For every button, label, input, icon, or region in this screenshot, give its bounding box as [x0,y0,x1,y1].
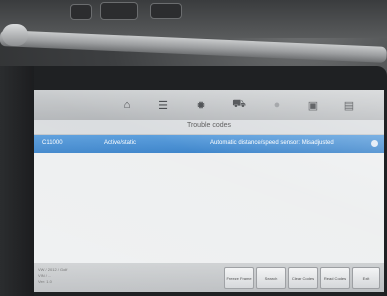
dtc-list-empty-area [34,153,384,263]
vehicle-info-line: Ver: 1.0 [38,279,52,284]
mounting-bar-cap [2,24,28,46]
top-toolbar: ⌂ ☰ ✹ ⛟ ● ▣ ▤ [34,90,384,120]
read-codes-button[interactable]: Read Codes [320,267,350,289]
save-icon[interactable]: ▣ [306,98,320,112]
dtc-code: C11000 [42,140,63,146]
exit-button[interactable]: Exit [352,267,380,289]
sliders-icon[interactable]: ☰ [156,98,170,112]
dashboard-knob [150,3,182,19]
dtc-description: Automatic distance/speed sensor: Misadju… [210,140,334,146]
home-icon[interactable]: ⌂ [120,98,134,112]
freeze-frame-button[interactable]: Freeze Frame [224,267,254,289]
dashboard-knob [100,2,138,20]
page-title: Trouble codes [186,122,232,129]
print-icon[interactable]: ▤ [342,98,356,112]
bottom-bar: VW / 2012 / Golf VIN / ... Ver: 1.0 Free… [34,263,384,292]
vehicle-icon[interactable]: ⛟ [232,98,246,112]
dtc-row[interactable]: C11000 Active/static Automatic distance/… [34,135,384,153]
search-button[interactable]: Search [256,267,286,289]
record-icon[interactable]: ● [270,98,284,112]
dashboard-knob [70,4,92,20]
vehicle-info: VW / 2012 / Golf VIN / ... Ver: 1.0 [38,267,67,285]
title-bar: Trouble codes [34,120,384,135]
row-select-icon[interactable] [371,140,378,147]
dtc-status: Active/static [104,140,137,146]
tablet-bezel [0,66,34,296]
clear-codes-button[interactable]: Clear Codes [288,267,318,289]
settings-icon[interactable]: ✹ [194,98,208,112]
tablet-screen: ⌂ ☰ ✹ ⛟ ● ▣ ▤ Trouble codes C11000 Activ… [34,90,384,292]
